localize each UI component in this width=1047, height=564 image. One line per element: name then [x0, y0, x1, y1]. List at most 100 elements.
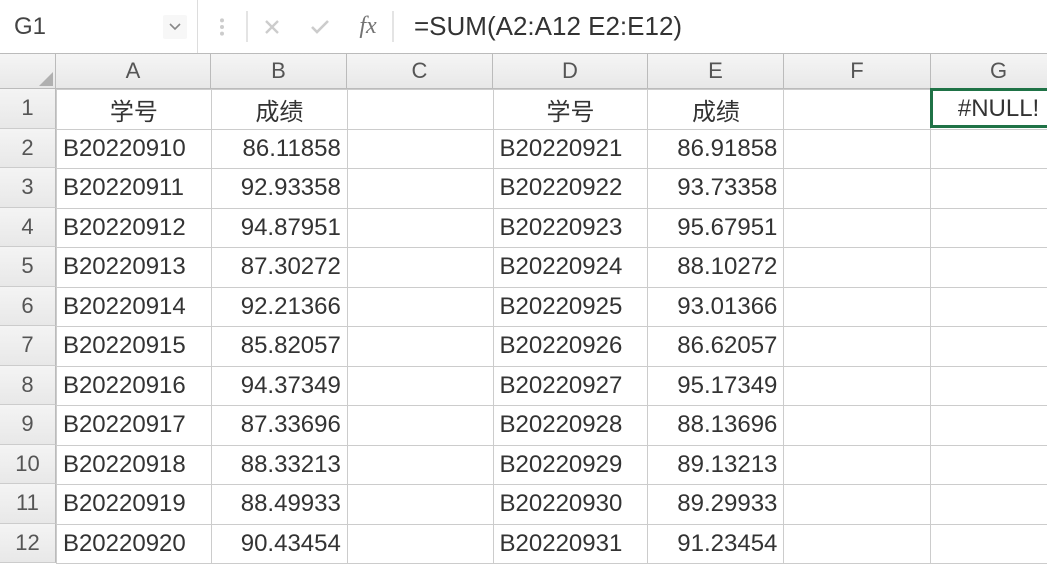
cell-A4[interactable]: B20220912 [56, 208, 211, 248]
cell-B5[interactable]: 87.30272 [211, 248, 347, 288]
cell-D7[interactable]: B20220926 [493, 327, 648, 367]
cell-C6[interactable] [347, 287, 493, 327]
cell-C11[interactable] [347, 485, 493, 525]
cell-F8[interactable] [784, 366, 931, 406]
cell-D9[interactable]: B20220928 [493, 406, 648, 446]
cell-E5[interactable]: 88.10272 [648, 248, 784, 288]
cell-G1[interactable]: #NULL! [931, 90, 1047, 130]
cell-B3[interactable]: 92.93358 [211, 169, 347, 209]
cell-C7[interactable] [347, 327, 493, 367]
cell-E1[interactable]: 成绩 [648, 90, 784, 130]
cell-F2[interactable] [784, 129, 931, 169]
cell-B6[interactable]: 92.21366 [211, 287, 347, 327]
cell-F4[interactable] [784, 208, 931, 248]
row-header-10[interactable]: 10 [0, 445, 56, 485]
formula-handle-icon[interactable] [198, 0, 246, 53]
cell-G2[interactable] [931, 129, 1047, 169]
cell-C9[interactable] [347, 406, 493, 446]
row-header-9[interactable]: 9 [0, 405, 56, 445]
row-header-6[interactable]: 6 [0, 287, 56, 327]
cell-B11[interactable]: 88.49933 [211, 485, 347, 525]
cell-B2[interactable]: 86.11858 [211, 129, 347, 169]
row-header-7[interactable]: 7 [0, 326, 56, 366]
cell-C2[interactable] [347, 129, 493, 169]
cell-E12[interactable]: 91.23454 [648, 524, 784, 564]
cell-A2[interactable]: B20220910 [56, 129, 211, 169]
cell-B4[interactable]: 94.87951 [211, 208, 347, 248]
column-header-G[interactable]: G [931, 54, 1047, 89]
cell-F3[interactable] [784, 169, 931, 209]
cell-A1[interactable]: 学号 [56, 90, 211, 130]
column-header-E[interactable]: E [648, 54, 784, 89]
confirm-icon[interactable] [296, 0, 344, 53]
row-header-2[interactable]: 2 [0, 129, 56, 169]
cell-B9[interactable]: 87.33696 [211, 406, 347, 446]
cell-C8[interactable] [347, 366, 493, 406]
cell-D5[interactable]: B20220924 [493, 248, 648, 288]
cell-B12[interactable]: 90.43454 [211, 524, 347, 564]
cell-E11[interactable]: 89.29933 [648, 485, 784, 525]
row-header-12[interactable]: 12 [0, 524, 56, 564]
cell-A7[interactable]: B20220915 [56, 327, 211, 367]
cell-D2[interactable]: B20220921 [493, 129, 648, 169]
cell-F11[interactable] [784, 485, 931, 525]
row-header-11[interactable]: 11 [0, 484, 56, 524]
cell-E7[interactable]: 86.62057 [648, 327, 784, 367]
cell-G12[interactable] [931, 524, 1047, 564]
column-header-D[interactable]: D [493, 54, 648, 89]
cell-B7[interactable]: 85.82057 [211, 327, 347, 367]
cell-C10[interactable] [347, 445, 493, 485]
cell-G9[interactable] [931, 406, 1047, 446]
column-header-C[interactable]: C [347, 54, 493, 89]
cell-G4[interactable] [931, 208, 1047, 248]
row-header-3[interactable]: 3 [0, 168, 56, 208]
cell-D6[interactable]: B20220925 [493, 287, 648, 327]
cell-E10[interactable]: 89.13213 [648, 445, 784, 485]
column-header-B[interactable]: B [211, 54, 347, 89]
cell-A9[interactable]: B20220917 [56, 406, 211, 446]
name-box[interactable]: G1 [10, 13, 163, 41]
cell-E6[interactable]: 93.01366 [648, 287, 784, 327]
cell-E9[interactable]: 88.13696 [648, 406, 784, 446]
cell-D8[interactable]: B20220927 [493, 366, 648, 406]
cell-D10[interactable]: B20220929 [493, 445, 648, 485]
cell-A12[interactable]: B20220920 [56, 524, 211, 564]
cell-D12[interactable]: B20220931 [493, 524, 648, 564]
cell-C1[interactable] [347, 90, 493, 130]
cell-E8[interactable]: 95.17349 [648, 366, 784, 406]
cell-D3[interactable]: B20220922 [493, 169, 648, 209]
cell-G8[interactable] [931, 366, 1047, 406]
cell-F12[interactable] [784, 524, 931, 564]
cell-C5[interactable] [347, 248, 493, 288]
cell-D11[interactable]: B20220930 [493, 485, 648, 525]
cell-G3[interactable] [931, 169, 1047, 209]
cell-A10[interactable]: B20220918 [56, 445, 211, 485]
name-box-wrap[interactable]: G1 [0, 0, 198, 53]
fx-icon[interactable]: fx [344, 0, 392, 53]
cell-E4[interactable]: 95.67951 [648, 208, 784, 248]
cell-A11[interactable]: B20220919 [56, 485, 211, 525]
cancel-icon[interactable] [248, 0, 296, 53]
row-header-8[interactable]: 8 [0, 366, 56, 406]
cell-G6[interactable] [931, 287, 1047, 327]
cell-D4[interactable]: B20220923 [493, 208, 648, 248]
cell-E3[interactable]: 93.73358 [648, 169, 784, 209]
cell-C3[interactable] [347, 169, 493, 209]
row-header-1[interactable]: 1 [0, 89, 56, 129]
cell-D1[interactable]: 学号 [493, 90, 648, 130]
cell-B10[interactable]: 88.33213 [211, 445, 347, 485]
cell-F7[interactable] [784, 327, 931, 367]
cell-G10[interactable] [931, 445, 1047, 485]
chevron-down-icon[interactable] [163, 15, 187, 39]
cell-F5[interactable] [784, 248, 931, 288]
column-header-F[interactable]: F [784, 54, 931, 89]
select-all-corner[interactable] [0, 54, 56, 89]
cell-B1[interactable]: 成绩 [211, 90, 347, 130]
cell-F1[interactable] [784, 90, 931, 130]
cell-C12[interactable] [347, 524, 493, 564]
cell-A3[interactable]: B20220911 [56, 169, 211, 209]
cell-G11[interactable] [931, 485, 1047, 525]
row-header-5[interactable]: 5 [0, 247, 56, 287]
formula-input[interactable]: =SUM(A2:A12 E2:E12) [394, 11, 1047, 42]
cell-C4[interactable] [347, 208, 493, 248]
